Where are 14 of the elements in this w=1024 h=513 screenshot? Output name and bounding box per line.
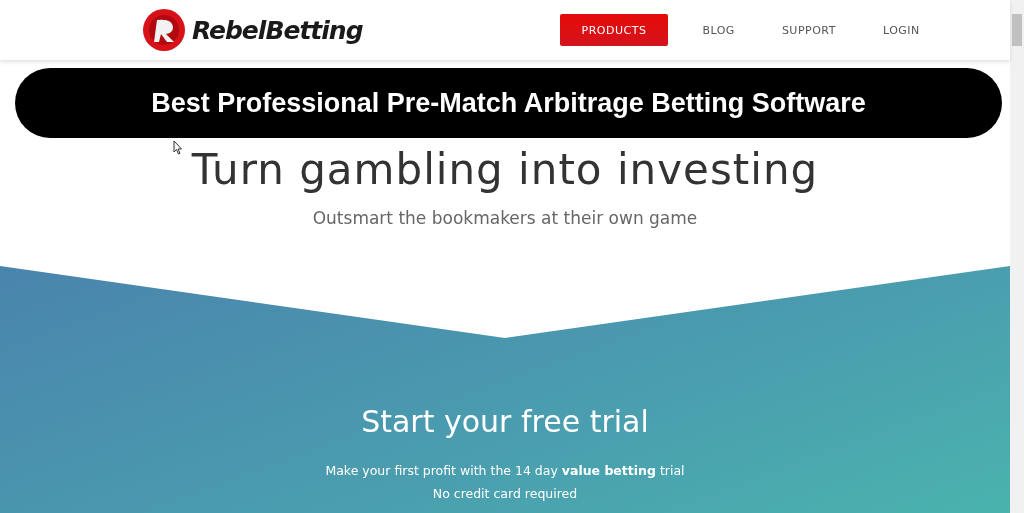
nav-link[interactable]: SUPPORT (765, 14, 852, 46)
trial-text: Make your first profit with the 14 day value betting trial (325, 463, 685, 478)
trial-note: No credit card required (432, 486, 578, 501)
hero-subtitle: Outsmart the bookmakers at their own game (312, 208, 698, 228)
nav-link[interactable]: PRODUCTS (559, 14, 669, 46)
cursor-icon (173, 140, 183, 155)
nav-link[interactable]: BLOG (686, 14, 751, 46)
logo-icon (142, 8, 186, 52)
trial-title: Start your free trial (361, 404, 649, 439)
title-banner: Best Professional Pre-Match Arbitrage Betting Software (15, 68, 1002, 138)
logo-text: RebelBetting (192, 15, 363, 45)
nav-link[interactable]: LOGIN (866, 14, 936, 46)
scrollbar[interactable] (1010, 0, 1024, 513)
hero-title: Turn gambling into investing (191, 145, 819, 194)
